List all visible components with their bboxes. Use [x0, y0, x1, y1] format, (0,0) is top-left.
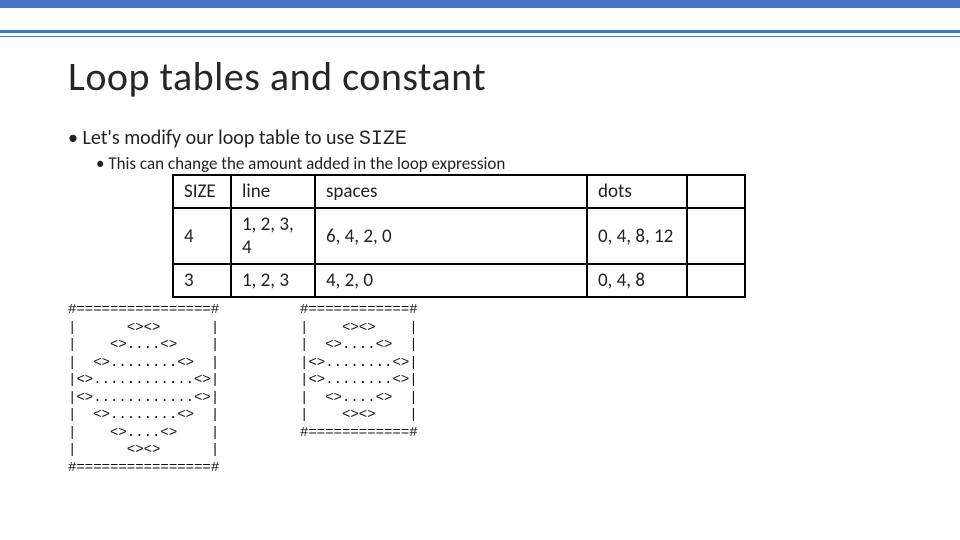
- td-line: 1, 2, 3: [231, 264, 315, 297]
- td-end: [687, 208, 745, 264]
- bullet-lvl2: This can change the amount added in the …: [96, 153, 505, 174]
- table-row: 3 1, 2, 3 4, 2, 0 0, 4, 8: [173, 264, 745, 297]
- th-line: line: [231, 175, 315, 208]
- td-dots: 0, 4, 8: [587, 264, 687, 297]
- table-header-row: SIZE line spaces dots: [173, 175, 745, 208]
- bullet-lvl1-text: Let's modify our loop table to use: [82, 126, 358, 150]
- td-size: 3: [173, 264, 231, 297]
- topbar-decoration: [0, 0, 960, 8]
- page-title: Loop tables and constant: [68, 52, 486, 101]
- td-dots: 0, 4, 8, 12: [587, 208, 687, 264]
- td-spaces: 4, 2, 0: [315, 264, 587, 297]
- hr-thin: [0, 36, 960, 37]
- td-size: 4: [173, 208, 231, 264]
- table-row: 4 1, 2, 3, 4 6, 4, 2, 0 0, 4, 8, 12: [173, 208, 745, 264]
- th-size: SIZE: [173, 175, 231, 208]
- th-spaces: spaces: [315, 175, 587, 208]
- slide: Loop tables and constant Let's modify ou…: [0, 0, 960, 540]
- ascii-art-size4: #================# | <><> | | <>....<> |…: [68, 302, 219, 477]
- bullet-lvl1: Let's modify our loop table to use SIZE: [68, 126, 505, 151]
- hr-thick: [0, 30, 960, 33]
- td-line: 1, 2, 3, 4: [231, 208, 315, 264]
- td-end: [687, 264, 745, 297]
- loop-table: SIZE line spaces dots 4 1, 2, 3, 4 6, 4,…: [172, 174, 746, 298]
- td-spaces: 6, 4, 2, 0: [315, 208, 587, 264]
- th-end: [687, 175, 745, 208]
- bullet-list: Let's modify our loop table to use SIZE …: [68, 126, 505, 174]
- ascii-art-size3: #============# | <><> | | <>....<> | |<>…: [300, 302, 418, 442]
- bullet-lvl1-code: SIZE: [359, 128, 407, 151]
- th-dots: dots: [587, 175, 687, 208]
